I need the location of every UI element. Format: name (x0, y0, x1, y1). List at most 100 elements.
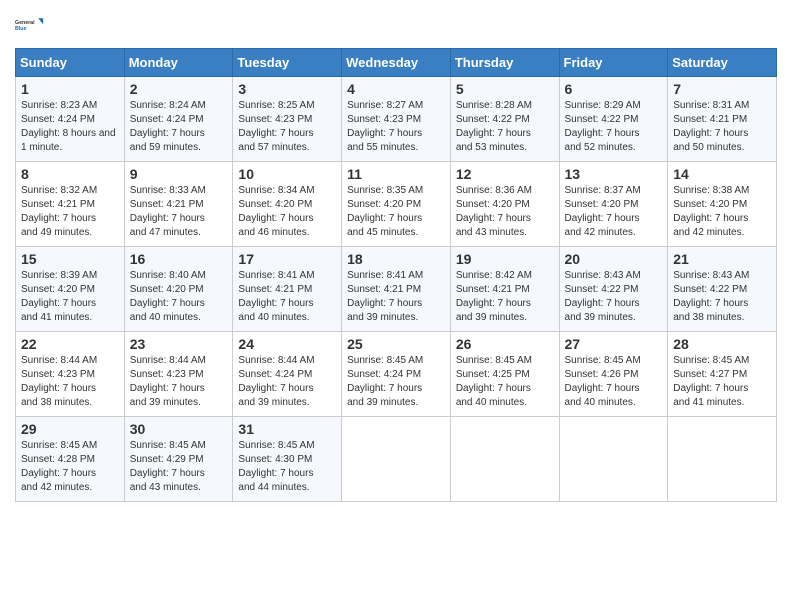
calendar-cell: 11 Sunrise: 8:35 AMSunset: 4:20 PMDayligh… (342, 162, 451, 247)
day-info: Sunrise: 8:25 AMSunset: 4:23 PMDaylight:… (238, 99, 336, 155)
weekday-header-saturday: Saturday (668, 49, 777, 77)
day-number: 10 (238, 166, 336, 182)
day-info: Sunrise: 8:29 AMSunset: 4:22 PMDaylight:… (565, 99, 663, 155)
calendar-cell: 7 Sunrise: 8:31 AMSunset: 4:21 PMDaylight… (668, 77, 777, 162)
day-info: Sunrise: 8:45 AMSunset: 4:29 PMDaylight:… (130, 439, 228, 495)
day-info: Sunrise: 8:40 AMSunset: 4:20 PMDaylight:… (130, 269, 228, 325)
day-number: 3 (238, 81, 336, 97)
calendar-cell: 27 Sunrise: 8:45 AMSunset: 4:26 PMDayligh… (559, 332, 668, 417)
day-info: Sunrise: 8:24 AMSunset: 4:24 PMDaylight:… (130, 99, 228, 155)
week-row-5: 29 Sunrise: 8:45 AMSunset: 4:28 PMDayligh… (16, 417, 777, 502)
day-info: Sunrise: 8:44 AMSunset: 4:23 PMDaylight:… (130, 354, 228, 410)
day-info: Sunrise: 8:44 AMSunset: 4:24 PMDaylight:… (238, 354, 336, 410)
day-info: Sunrise: 8:23 AMSunset: 4:24 PMDaylight:… (21, 99, 119, 155)
day-info: Sunrise: 8:28 AMSunset: 4:22 PMDaylight:… (456, 99, 554, 155)
calendar-cell: 28Sunrise: 8:45 AMSunset: 4:27 PMDayligh… (668, 332, 777, 417)
day-info: Sunrise: 8:38 AMSunset: 4:20 PMDaylight:… (673, 184, 771, 240)
svg-text:General: General (15, 20, 35, 26)
day-number: 8 (21, 166, 119, 182)
day-number: 19 (456, 251, 554, 267)
day-number: 17 (238, 251, 336, 267)
day-number: 2 (130, 81, 228, 97)
calendar-cell (342, 417, 451, 502)
calendar-cell: 1 Sunrise: 8:23 AMSunset: 4:24 PMDaylight… (16, 77, 125, 162)
day-info: Sunrise: 8:36 AMSunset: 4:20 PMDaylight:… (456, 184, 554, 240)
calendar-cell: 2 Sunrise: 8:24 AMSunset: 4:24 PMDaylight… (124, 77, 233, 162)
calendar-cell: 25Sunrise: 8:45 AMSunset: 4:24 PMDayligh… (342, 332, 451, 417)
calendar-cell: 30 Sunrise: 8:45 AMSunset: 4:29 PMDayligh… (124, 417, 233, 502)
calendar-cell (450, 417, 559, 502)
day-info: Sunrise: 8:45 AMSunset: 4:25 PMDaylight:… (456, 354, 554, 410)
calendar-cell: 9Sunrise: 8:33 AMSunset: 4:21 PMDaylight… (124, 162, 233, 247)
calendar-cell: 19 Sunrise: 8:42 AMSunset: 4:21 PMDayligh… (450, 247, 559, 332)
day-info: Sunrise: 8:41 AMSunset: 4:21 PMDaylight:… (238, 269, 336, 325)
weekday-header-friday: Friday (559, 49, 668, 77)
weekday-header-tuesday: Tuesday (233, 49, 342, 77)
weekday-header-row: SundayMondayTuesdayWednesdayThursdayFrid… (16, 49, 777, 77)
logo-icon: General Blue (15, 10, 45, 40)
day-number: 29 (21, 421, 119, 437)
day-number: 13 (565, 166, 663, 182)
calendar-cell: 15Sunrise: 8:39 AMSunset: 4:20 PMDayligh… (16, 247, 125, 332)
day-number: 4 (347, 81, 445, 97)
calendar-cell: 26 Sunrise: 8:45 AMSunset: 4:25 PMDayligh… (450, 332, 559, 417)
day-number: 26 (456, 336, 554, 352)
weekday-header-sunday: Sunday (16, 49, 125, 77)
day-number: 16 (130, 251, 228, 267)
calendar-cell: 23 Sunrise: 8:44 AMSunset: 4:23 PMDayligh… (124, 332, 233, 417)
day-info: Sunrise: 8:34 AMSunset: 4:20 PMDaylight:… (238, 184, 336, 240)
day-number: 9 (130, 166, 228, 182)
calendar-table: SundayMondayTuesdayWednesdayThursdayFrid… (15, 48, 777, 502)
calendar-cell: 21Sunrise: 8:43 AMSunset: 4:22 PMDayligh… (668, 247, 777, 332)
calendar-cell: 13 Sunrise: 8:37 AMSunset: 4:20 PMDayligh… (559, 162, 668, 247)
calendar-cell (559, 417, 668, 502)
calendar-cell: 8 Sunrise: 8:32 AMSunset: 4:21 PMDaylight… (16, 162, 125, 247)
day-info: Sunrise: 8:35 AMSunset: 4:20 PMDaylight:… (347, 184, 445, 240)
day-number: 1 (21, 81, 119, 97)
calendar-cell: 3 Sunrise: 8:25 AMSunset: 4:23 PMDaylight… (233, 77, 342, 162)
weekday-header-monday: Monday (124, 49, 233, 77)
week-row-2: 8 Sunrise: 8:32 AMSunset: 4:21 PMDaylight… (16, 162, 777, 247)
day-info: Sunrise: 8:32 AMSunset: 4:21 PMDaylight:… (21, 184, 119, 240)
day-number: 31 (238, 421, 336, 437)
weekday-header-wednesday: Wednesday (342, 49, 451, 77)
day-info: Sunrise: 8:27 AMSunset: 4:23 PMDaylight:… (347, 99, 445, 155)
logo: General Blue (15, 10, 45, 40)
day-number: 14 (673, 166, 771, 182)
page-header: General Blue (15, 10, 777, 40)
day-number: 5 (456, 81, 554, 97)
day-info: Sunrise: 8:45 AMSunset: 4:24 PMDaylight:… (347, 354, 445, 410)
day-info: Sunrise: 8:37 AMSunset: 4:20 PMDaylight:… (565, 184, 663, 240)
day-info: Sunrise: 8:45 AMSunset: 4:27 PMDaylight:… (673, 354, 771, 410)
calendar-cell: 18Sunrise: 8:41 AMSunset: 4:21 PMDayligh… (342, 247, 451, 332)
calendar-cell: 4 Sunrise: 8:27 AMSunset: 4:23 PMDaylight… (342, 77, 451, 162)
day-info: Sunrise: 8:43 AMSunset: 4:22 PMDaylight:… (673, 269, 771, 325)
week-row-1: 1 Sunrise: 8:23 AMSunset: 4:24 PMDaylight… (16, 77, 777, 162)
calendar-cell: 6 Sunrise: 8:29 AMSunset: 4:22 PMDaylight… (559, 77, 668, 162)
calendar-cell: 12 Sunrise: 8:36 AMSunset: 4:20 PMDayligh… (450, 162, 559, 247)
day-number: 6 (565, 81, 663, 97)
calendar-cell: 29 Sunrise: 8:45 AMSunset: 4:28 PMDayligh… (16, 417, 125, 502)
day-number: 27 (565, 336, 663, 352)
day-info: Sunrise: 8:42 AMSunset: 4:21 PMDaylight:… (456, 269, 554, 325)
day-info: Sunrise: 8:45 AMSunset: 4:28 PMDaylight:… (21, 439, 119, 495)
day-number: 12 (456, 166, 554, 182)
day-info: Sunrise: 8:39 AMSunset: 4:20 PMDaylight:… (21, 269, 119, 325)
day-number: 11 (347, 166, 445, 182)
day-number: 30 (130, 421, 228, 437)
week-row-4: 22 Sunrise: 8:44 AMSunset: 4:23 PMDayligh… (16, 332, 777, 417)
weekday-header-thursday: Thursday (450, 49, 559, 77)
calendar-cell: 24 Sunrise: 8:44 AMSunset: 4:24 PMDayligh… (233, 332, 342, 417)
calendar-body: 1 Sunrise: 8:23 AMSunset: 4:24 PMDaylight… (16, 77, 777, 502)
day-info: Sunrise: 8:43 AMSunset: 4:22 PMDaylight:… (565, 269, 663, 325)
day-number: 7 (673, 81, 771, 97)
calendar-cell: 22Sunrise: 8:44 AMSunset: 4:23 PMDayligh… (16, 332, 125, 417)
day-info: Sunrise: 8:31 AMSunset: 4:21 PMDaylight:… (673, 99, 771, 155)
day-number: 20 (565, 251, 663, 267)
calendar-cell: 20 Sunrise: 8:43 AMSunset: 4:22 PMDayligh… (559, 247, 668, 332)
day-number: 22 (21, 336, 119, 352)
day-number: 24 (238, 336, 336, 352)
day-info: Sunrise: 8:45 AMSunset: 4:26 PMDaylight:… (565, 354, 663, 410)
day-info: Sunrise: 8:41 AMSunset: 4:21 PMDaylight:… (347, 269, 445, 325)
day-number: 23 (130, 336, 228, 352)
